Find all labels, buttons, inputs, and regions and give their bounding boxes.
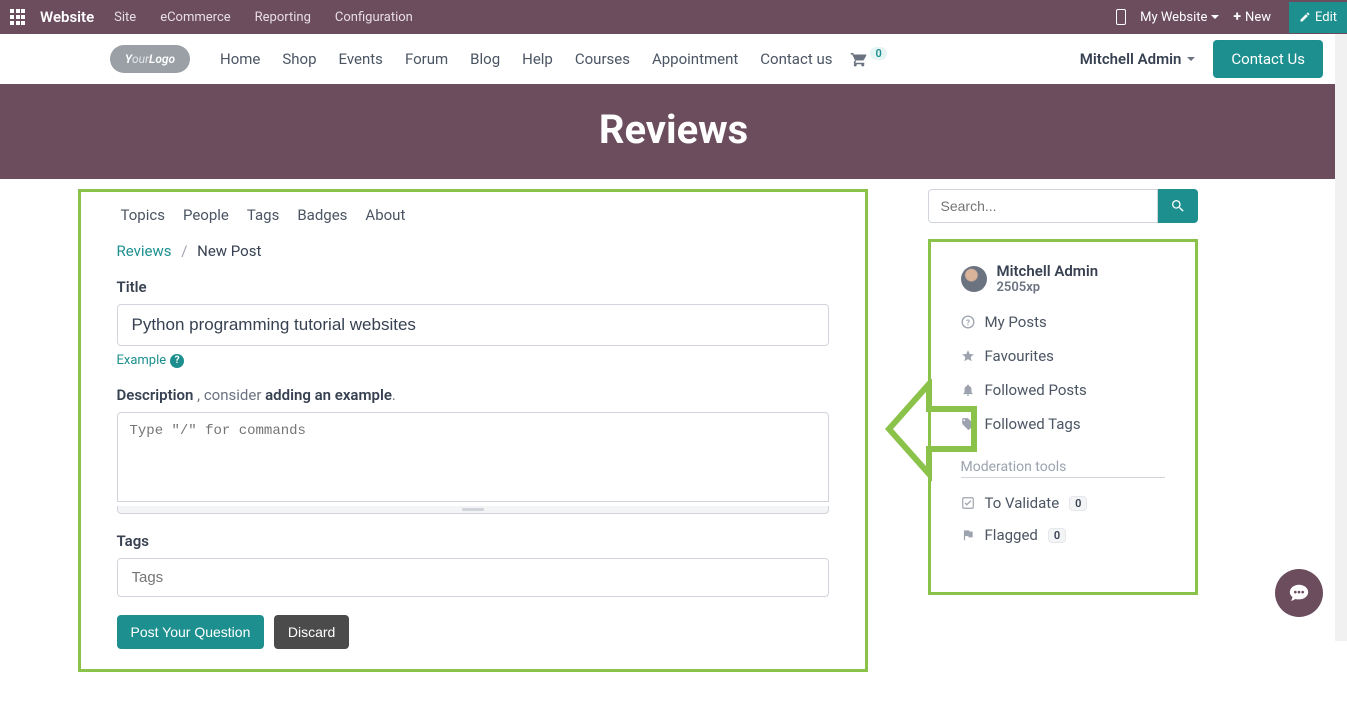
search-row	[928, 189, 1198, 223]
new-post-form-box: Topics People Tags Badges About Reviews …	[78, 189, 868, 672]
nav-events[interactable]: Events	[339, 50, 383, 68]
search-input[interactable]	[928, 189, 1158, 223]
edit-button[interactable]: Edit	[1289, 2, 1347, 33]
example-link[interactable]: Example ?	[117, 353, 185, 368]
sidebar-followed-posts[interactable]: Followed Posts	[961, 381, 1165, 399]
my-website-dropdown[interactable]: My Website	[1140, 10, 1219, 25]
forum-nav-tags[interactable]: Tags	[247, 206, 279, 224]
page-title: Reviews	[0, 106, 1347, 153]
new-button[interactable]: +New	[1233, 9, 1271, 25]
nav-help[interactable]: Help	[522, 50, 553, 68]
nav-appointment[interactable]: Appointment	[652, 50, 738, 68]
forum-nav: Topics People Tags Badges About	[117, 206, 829, 242]
site-nav-links: Home Shop Events Forum Blog Help Courses…	[220, 50, 832, 68]
sidebar-followed-tags[interactable]: Followed Tags	[961, 415, 1165, 433]
check-square-icon	[961, 496, 975, 510]
search-button[interactable]	[1158, 189, 1198, 223]
site-logo[interactable]: YourLogo	[110, 45, 190, 73]
to-validate-count: 0	[1069, 496, 1087, 511]
admin-bar: Website Site eCommerce Reporting Configu…	[0, 0, 1347, 34]
sidebar-user[interactable]: Mitchell Admin 2505xp	[961, 262, 1165, 295]
nav-blog[interactable]: Blog	[470, 50, 500, 68]
title-label: Title	[117, 278, 829, 296]
sidebar-user-name: Mitchell Admin	[997, 262, 1099, 280]
admin-menu: Site eCommerce Reporting Configuration	[114, 10, 413, 25]
nav-contact-us[interactable]: Contact us	[760, 50, 832, 68]
editor-resize-handle[interactable]	[117, 506, 829, 514]
nav-home[interactable]: Home	[220, 50, 260, 68]
nav-shop[interactable]: Shop	[282, 50, 316, 68]
breadcrumb: Reviews / New Post	[117, 242, 829, 260]
admin-menu-configuration[interactable]: Configuration	[335, 10, 413, 25]
forum-nav-topics[interactable]: Topics	[121, 206, 165, 224]
sidebar-favourites[interactable]: Favourites	[961, 347, 1165, 365]
flagged-count: 0	[1048, 528, 1066, 543]
post-question-button[interactable]: Post Your Question	[117, 615, 265, 649]
breadcrumb-reviews[interactable]: Reviews	[117, 242, 172, 260]
help-icon: ?	[170, 354, 184, 368]
admin-menu-ecommerce[interactable]: eCommerce	[160, 10, 230, 25]
mod-flagged[interactable]: Flagged 0	[961, 526, 1165, 544]
mod-to-validate[interactable]: To Validate 0	[961, 494, 1165, 512]
sidebar-my-posts[interactable]: ? My Posts	[961, 313, 1165, 331]
sidebar-user-xp: 2505xp	[997, 280, 1099, 295]
apps-icon[interactable]	[8, 7, 28, 27]
nav-courses[interactable]: Courses	[575, 50, 630, 68]
tags-input[interactable]	[117, 558, 829, 597]
admin-menu-site[interactable]: Site	[114, 10, 136, 25]
flag-icon	[961, 528, 975, 542]
forum-nav-about[interactable]: About	[365, 206, 405, 224]
nav-forum[interactable]: Forum	[405, 50, 448, 68]
title-input[interactable]	[117, 304, 829, 346]
forum-nav-people[interactable]: People	[183, 206, 229, 224]
discard-button[interactable]: Discard	[274, 615, 349, 649]
description-editor[interactable]	[117, 412, 829, 502]
svg-text:?: ?	[966, 318, 970, 327]
chat-icon	[1288, 582, 1310, 604]
page-banner: Reviews	[0, 84, 1347, 179]
site-nav: YourLogo Home Shop Events Forum Blog Hel…	[0, 34, 1347, 84]
admin-brand[interactable]: Website	[40, 8, 94, 26]
cart-link[interactable]: 0	[850, 50, 886, 68]
question-circle-icon: ?	[961, 315, 975, 329]
mobile-preview-icon[interactable]	[1116, 9, 1126, 25]
user-menu[interactable]: Mitchell Admin	[1080, 50, 1196, 68]
moderation-tools-title: Moderation tools	[961, 459, 1165, 478]
sidebar-links: ? My Posts Favourites Followed Posts Fol…	[961, 313, 1165, 433]
cart-icon	[850, 50, 868, 68]
breadcrumb-current: New Post	[197, 242, 261, 260]
admin-menu-reporting[interactable]: Reporting	[255, 10, 311, 25]
scrollbar[interactable]	[1335, 34, 1347, 641]
description-label: Description , consider adding an example…	[117, 386, 829, 404]
star-icon	[961, 349, 975, 363]
search-icon	[1170, 198, 1186, 214]
cart-count-badge: 0	[870, 47, 886, 60]
avatar	[961, 266, 987, 292]
pencil-icon	[1299, 11, 1311, 23]
tags-label: Tags	[117, 532, 829, 550]
contact-us-button[interactable]: Contact Us	[1213, 40, 1323, 78]
annotation-arrow	[884, 379, 984, 489]
forum-nav-badges[interactable]: Badges	[297, 206, 347, 224]
chat-fab[interactable]	[1275, 569, 1323, 617]
